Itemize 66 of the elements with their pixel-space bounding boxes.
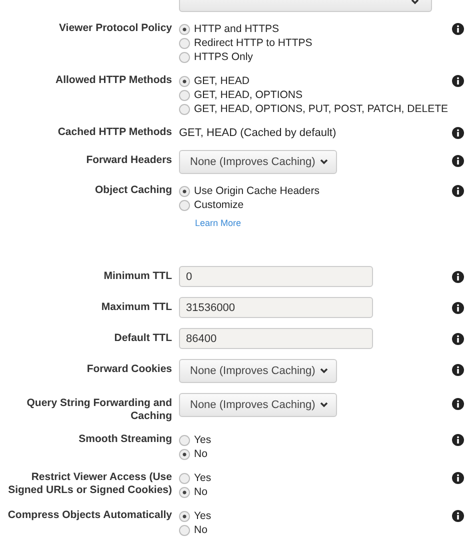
caret-icon xyxy=(320,402,328,408)
field-label: Allowed HTTP Methods xyxy=(54,74,172,87)
option-label: No xyxy=(194,485,208,499)
option-label: Use Origin Cache Headers xyxy=(194,184,320,198)
option-label: Yes xyxy=(194,471,212,485)
option-label: Yes xyxy=(194,509,212,523)
input-field[interactable]: 0 xyxy=(179,266,373,287)
info-icon[interactable] xyxy=(452,75,464,87)
radio-button[interactable] xyxy=(179,104,190,114)
caret-icon xyxy=(411,0,419,5)
radio-button[interactable] xyxy=(179,448,190,460)
info-icon[interactable] xyxy=(452,398,464,410)
info-icon[interactable] xyxy=(452,302,464,314)
option-label: GET, HEAD, OPTIONS xyxy=(194,88,303,102)
info-icon[interactable] xyxy=(452,364,464,376)
radio-button[interactable] xyxy=(179,200,190,210)
radio-button[interactable] xyxy=(179,486,190,498)
caret-icon xyxy=(320,368,328,374)
dropdown[interactable]: None (Improves Caching) xyxy=(179,393,338,417)
radio-button[interactable] xyxy=(179,524,190,536)
field-value: GET, HEAD (Cached by default) xyxy=(179,126,338,140)
info-icon[interactable] xyxy=(452,23,464,35)
field-label: Compress Objects Automatically xyxy=(6,509,172,522)
radio-button[interactable] xyxy=(179,472,190,484)
dropdown[interactable]: None (Improves Caching) xyxy=(179,150,338,174)
radio-button[interactable] xyxy=(179,52,190,62)
field-label: Maximum TTL xyxy=(100,300,172,314)
caret-icon xyxy=(320,159,328,165)
field-label: Object Caching xyxy=(94,184,172,197)
radio-button[interactable] xyxy=(179,38,190,48)
field-label: Viewer Protocol Policy xyxy=(58,22,172,35)
field-label: Smooth Streaming xyxy=(78,433,172,446)
option-label: HTTPS Only xyxy=(194,50,253,64)
info-icon[interactable] xyxy=(452,127,464,139)
info-icon[interactable] xyxy=(452,472,464,484)
info-icon[interactable] xyxy=(452,155,464,167)
learn-more-link[interactable]: Learn More xyxy=(195,218,445,228)
radio-button[interactable] xyxy=(179,24,190,34)
radio-button[interactable] xyxy=(179,90,190,100)
info-icon[interactable] xyxy=(452,434,464,446)
radio-button[interactable] xyxy=(179,434,190,446)
option-label: GET, HEAD, OPTIONS, PUT, POST, PATCH, DELETE xyxy=(194,102,448,116)
field-label: Cached HTTP Methods xyxy=(56,126,172,139)
option-label: Redirect HTTP to HTTPS xyxy=(194,36,312,50)
info-icon[interactable] xyxy=(452,333,464,345)
radio-button[interactable] xyxy=(179,510,190,522)
info-icon[interactable] xyxy=(452,271,464,283)
radio-button[interactable] xyxy=(179,76,190,86)
info-icon[interactable] xyxy=(452,510,464,522)
option-label: No xyxy=(194,523,208,537)
field-label: Query String Forwarding and Caching xyxy=(26,396,172,423)
field-label: Forward Cookies xyxy=(86,362,172,376)
field-label: Minimum TTL xyxy=(102,269,172,283)
option-label: No xyxy=(194,447,208,461)
field-label: Default TTL xyxy=(113,331,172,345)
option-label: Yes xyxy=(194,433,212,447)
option-label: Customize xyxy=(194,198,244,212)
field-label: Restrict Viewer Access (Use Signed URLs or Signed Cookies) xyxy=(7,471,172,497)
option-label: HTTP and HTTPS xyxy=(194,22,279,36)
input-field[interactable]: 86400 xyxy=(179,328,373,349)
field-label: Forward Headers xyxy=(85,153,172,167)
radio-button[interactable] xyxy=(179,186,190,196)
input-field[interactable]: 31536000 xyxy=(179,297,373,318)
option-label: GET, HEAD xyxy=(194,74,250,88)
info-icon[interactable] xyxy=(452,185,464,197)
dropdown[interactable]: None (Improves Caching) xyxy=(179,359,338,383)
